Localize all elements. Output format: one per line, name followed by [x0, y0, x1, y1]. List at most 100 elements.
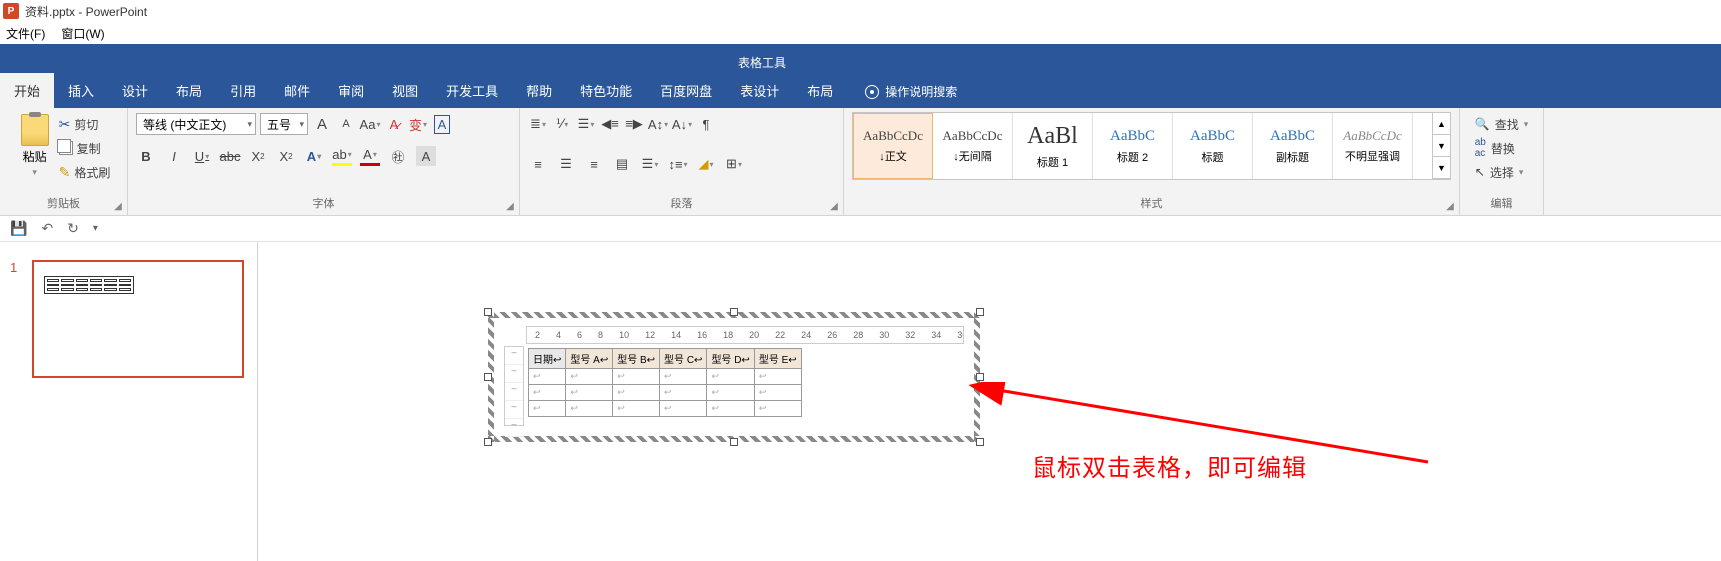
style-item[interactable]: AaBbCcDc不明显强调 — [1333, 113, 1413, 179]
table-header[interactable]: 日期↩ — [529, 349, 566, 369]
paste-label: 粘贴 — [23, 148, 47, 165]
table-header[interactable]: 型号 B↩ — [613, 349, 660, 369]
show-marks-icon[interactable]: ¶ — [696, 114, 716, 134]
phonetic-guide-icon[interactable]: 变 — [408, 114, 428, 134]
borders-icon[interactable]: ⊞ — [724, 154, 744, 174]
superscript-icon[interactable]: X2 — [276, 146, 296, 166]
select-button[interactable]: ↖选择▾ — [1475, 162, 1529, 182]
increase-indent-icon[interactable]: ≡▶ — [624, 114, 644, 134]
grow-font-icon[interactable]: A — [312, 114, 332, 134]
line-spacing-icon[interactable]: ↕≡ — [668, 154, 688, 174]
style-item[interactable]: AaBbC副标题 — [1253, 113, 1333, 179]
enclosed-char-icon[interactable]: ㊓ — [388, 146, 408, 166]
decrease-indent-icon[interactable]: ◀≡ — [600, 114, 620, 134]
table-header[interactable]: 型号 C↩ — [660, 349, 707, 369]
bold-icon[interactable]: B — [136, 146, 156, 166]
numbering-icon[interactable]: ⅟ — [552, 114, 572, 134]
tab-review[interactable]: 审阅 — [324, 73, 378, 108]
slide-thumbnail[interactable] — [32, 260, 244, 378]
tab-special[interactable]: 特色功能 — [566, 73, 646, 108]
save-icon[interactable]: 💾 — [10, 220, 27, 237]
clear-format-icon[interactable]: A̷ — [384, 114, 404, 134]
tab-help[interactable]: 帮助 — [512, 73, 566, 108]
resize-handle[interactable] — [484, 308, 492, 316]
menu-file[interactable]: 文件(F) — [6, 25, 45, 42]
strike-icon[interactable]: abc — [220, 146, 240, 166]
italic-icon[interactable]: I — [164, 146, 184, 166]
format-painter-button[interactable]: ✎格式刷 — [59, 162, 111, 182]
tab-layout[interactable]: 布局 — [162, 73, 216, 108]
style-item[interactable]: AaBbCcDc↓正文 — [853, 113, 933, 179]
char-shading-icon[interactable]: A — [416, 146, 436, 166]
table-header[interactable]: 型号 E↩ — [754, 349, 801, 369]
tab-references[interactable]: 引用 — [216, 73, 270, 108]
slide-canvas[interactable]: 246810121416182022242628303234363840 –––… — [258, 242, 1721, 561]
tab-developer[interactable]: 开发工具 — [432, 73, 512, 108]
align-center-icon[interactable]: ☰ — [556, 154, 576, 174]
subscript-icon[interactable]: X2 — [248, 146, 268, 166]
paste-button[interactable]: 粘贴 ▾ — [17, 112, 53, 180]
copy-button[interactable]: 复制 — [59, 138, 111, 158]
multilevel-icon[interactable]: ☰ — [576, 114, 596, 134]
dialog-launcher-icon[interactable]: ◢ — [111, 199, 125, 213]
tab-design[interactable]: 设计 — [108, 73, 162, 108]
shrink-font-icon[interactable]: A — [336, 114, 356, 134]
replace-button[interactable]: abac替换 — [1475, 138, 1529, 158]
style-item[interactable]: AaBl标题 1 — [1013, 113, 1093, 179]
shading-icon[interactable]: ◢ — [696, 154, 716, 174]
align-left-icon[interactable]: ≡ — [528, 154, 548, 174]
find-button[interactable]: 🔍查找▾ — [1475, 114, 1529, 134]
font-size-combo[interactable]: 五号 — [260, 113, 308, 135]
sort-icon[interactable]: A↓ — [672, 114, 692, 134]
bullets-icon[interactable]: ≣ — [528, 114, 548, 134]
embedded-table[interactable]: 日期↩型号 A↩型号 B↩型号 C↩型号 D↩型号 E↩ ↩↩↩↩↩↩ ↩↩↩↩… — [528, 348, 802, 417]
table-header[interactable]: 型号 D↩ — [707, 349, 754, 369]
resize-handle[interactable] — [484, 373, 492, 381]
resize-handle[interactable] — [730, 308, 738, 316]
tab-table-layout[interactable]: 布局 — [793, 73, 847, 108]
underline-icon[interactable]: U — [192, 146, 212, 166]
style-item[interactable]: AaBbC标题 2 — [1093, 113, 1173, 179]
resize-handle[interactable] — [976, 438, 984, 446]
dialog-launcher-icon[interactable]: ◢ — [503, 199, 517, 213]
change-case-icon[interactable]: Aa — [360, 114, 380, 134]
gallery-down-icon[interactable]: ▼ — [1433, 135, 1450, 157]
text-direction-icon[interactable]: A↕ — [648, 114, 668, 134]
group-label: 样式 — [1141, 193, 1163, 213]
redo-icon[interactable]: ↻ — [67, 220, 79, 237]
gallery-more-icon[interactable]: ▼ — [1433, 157, 1450, 179]
tab-baidu[interactable]: 百度网盘 — [646, 73, 726, 108]
dialog-launcher-icon[interactable]: ◢ — [827, 199, 841, 213]
char-border-icon[interactable]: A — [432, 114, 452, 134]
style-item[interactable]: AaBbC标题 — [1173, 113, 1253, 179]
cut-button[interactable]: ✂剪切 — [59, 114, 111, 134]
tell-me-search[interactable]: 操作说明搜索 — [865, 83, 957, 100]
table-row[interactable]: ↩↩↩↩↩↩ — [529, 369, 802, 385]
tab-table-design[interactable]: 表设计 — [726, 73, 793, 108]
embedded-word-object[interactable]: 246810121416182022242628303234363840 –––… — [488, 312, 980, 442]
resize-handle[interactable] — [976, 308, 984, 316]
resize-handle[interactable] — [484, 438, 492, 446]
tab-mailings[interactable]: 邮件 — [270, 73, 324, 108]
style-item[interactable]: AaBbCcDc↓无间隔 — [933, 113, 1013, 179]
tab-insert[interactable]: 插入 — [54, 73, 108, 108]
qat-more-icon[interactable]: ▾ — [93, 223, 98, 234]
justify-icon[interactable]: ▤ — [612, 154, 632, 174]
resize-handle[interactable] — [730, 438, 738, 446]
table-header[interactable]: 型号 A↩ — [566, 349, 613, 369]
tab-home[interactable]: 开始 — [0, 73, 54, 108]
font-color-icon[interactable]: A — [360, 146, 380, 166]
table-row[interactable]: ↩↩↩↩↩↩ — [529, 385, 802, 401]
distributed-icon[interactable]: ☰ — [640, 154, 660, 174]
resize-handle[interactable] — [976, 373, 984, 381]
highlight-icon[interactable]: ab — [332, 146, 352, 166]
table-row[interactable]: ↩↩↩↩↩↩ — [529, 401, 802, 417]
align-right-icon[interactable]: ≡ — [584, 154, 604, 174]
text-effects-icon[interactable]: A — [304, 146, 324, 166]
gallery-up-icon[interactable]: ▲ — [1433, 113, 1450, 135]
undo-icon[interactable]: ↶ — [41, 220, 53, 237]
dialog-launcher-icon[interactable]: ◢ — [1443, 199, 1457, 213]
tab-view[interactable]: 视图 — [378, 73, 432, 108]
font-family-combo[interactable]: 等线 (中文正文) — [136, 113, 256, 135]
menu-window[interactable]: 窗口(W) — [61, 25, 104, 42]
